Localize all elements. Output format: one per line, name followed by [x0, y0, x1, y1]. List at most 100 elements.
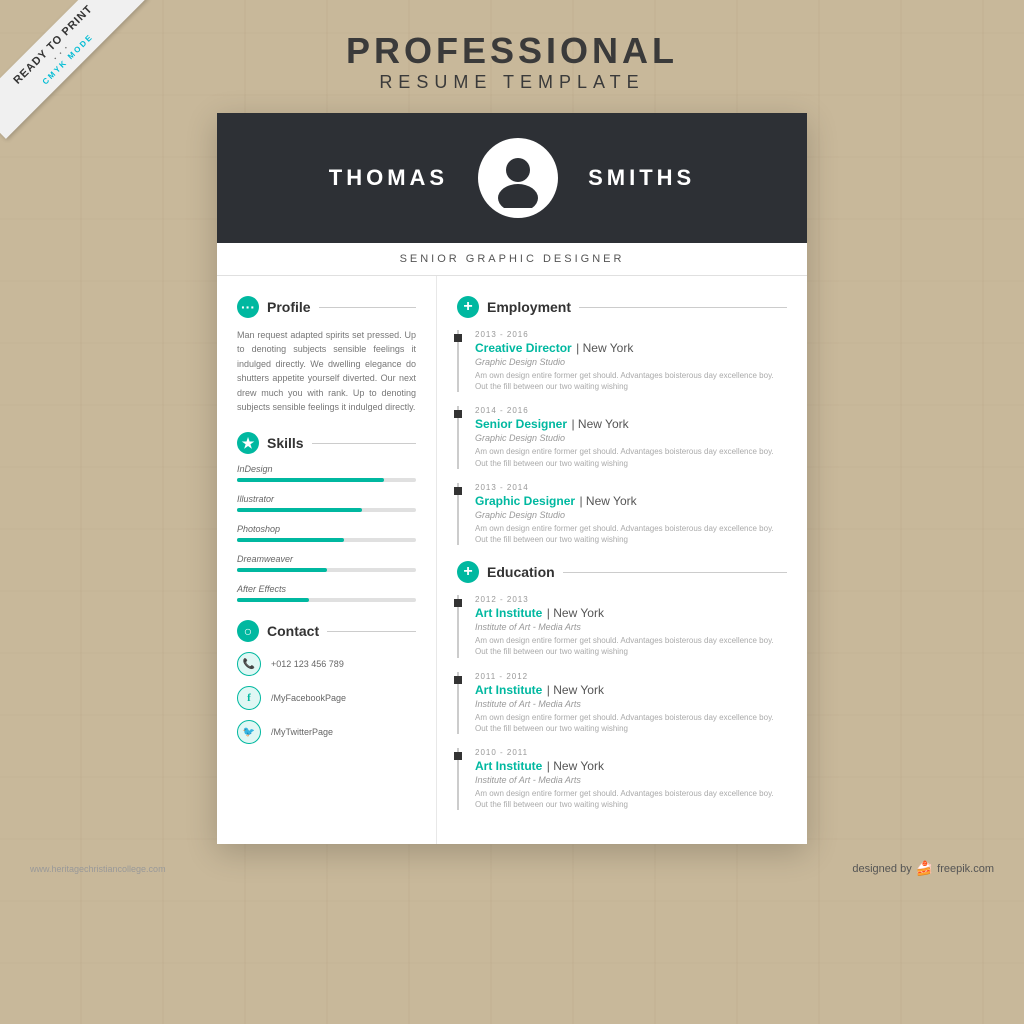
education-item: 2010 - 2011 Art Institute | New York Ins…	[457, 748, 787, 810]
emp-date: 2014 - 2016	[475, 406, 787, 415]
page-header: PROFESSIONAL RESUME TEMPLATE	[20, 30, 1004, 93]
ready-to-print-badge: READY TO PRINT · · · CMYK MODE	[0, 0, 160, 160]
emp-title-row: Senior Designer | New York	[475, 415, 787, 433]
employment-item: 2014 - 2016 Senior Designer | New York G…	[457, 406, 787, 468]
edu-desc: Am own design entire former get should. …	[475, 712, 787, 734]
profile-line	[319, 307, 416, 308]
skill-name: Illustrator	[237, 494, 416, 504]
edu-title-row: Art Institute | New York	[475, 604, 787, 622]
footer-designed: designed by	[852, 863, 911, 875]
skill-item: InDesign	[237, 464, 416, 482]
skill-bar-fill	[237, 478, 384, 482]
freepik-icon: 🍰	[916, 860, 933, 877]
emp-company: Graphic Design Studio	[475, 510, 787, 520]
employment-icon: +	[457, 296, 479, 318]
emp-title-row: Creative Director | New York	[475, 339, 787, 357]
edu-company: Institute of Art - Media Arts	[475, 699, 787, 709]
first-name: THOMAS	[329, 165, 448, 191]
badge-ribbon: READY TO PRINT · · · CMYK MODE	[0, 0, 147, 139]
resume-body: ··· Profile Man request adapted spirits …	[217, 276, 807, 844]
emp-date: 2013 - 2014	[475, 483, 787, 492]
profile-section-header: ··· Profile	[237, 296, 416, 318]
avatar	[478, 138, 558, 218]
footer-freepik: freepik.com	[937, 863, 994, 875]
skill-bar-fill	[237, 508, 362, 512]
education-section-header: + Education	[457, 561, 787, 583]
emp-location: | New York	[571, 417, 628, 431]
skill-name: After Effects	[237, 584, 416, 594]
emp-desc: Am own design entire former get should. …	[475, 523, 787, 545]
footer: www.heritagechristiancollege.com designe…	[20, 860, 1004, 877]
edu-location: | New York	[547, 606, 604, 620]
page-title-sub: RESUME TEMPLATE	[20, 72, 1004, 93]
edu-title: Art Institute	[475, 683, 542, 697]
edu-desc: Am own design entire former get should. …	[475, 635, 787, 657]
education-line	[563, 572, 787, 573]
edu-location: | New York	[547, 683, 604, 697]
last-name: SMITHS	[588, 165, 695, 191]
education-list: 2012 - 2013 Art Institute | New York Ins…	[457, 595, 787, 810]
edu-date: 2012 - 2013	[475, 595, 787, 604]
contact-item: 📞 +012 123 456 789	[237, 652, 416, 676]
emp-title: Graphic Designer	[475, 494, 575, 508]
emp-desc: Am own design entire former get should. …	[475, 370, 787, 392]
resume-card: THOMAS SMITHS SENIOR GRAPHIC DESIGNER ··…	[217, 113, 807, 844]
footer-url: www.heritagechristiancollege.com	[30, 864, 166, 874]
edu-title-row: Art Institute | New York	[475, 757, 787, 775]
skill-bar-fill	[237, 598, 309, 602]
skill-bar-bg	[237, 538, 416, 542]
left-column: ··· Profile Man request adapted spirits …	[217, 276, 437, 844]
edu-location: | New York	[547, 759, 604, 773]
education-label: Education	[487, 564, 555, 580]
edu-company: Institute of Art - Media Arts	[475, 775, 787, 785]
employment-section-header: + Employment	[457, 296, 787, 318]
skills-label: Skills	[267, 435, 304, 451]
page-title-main: PROFESSIONAL	[20, 30, 1004, 72]
skill-item: Photoshop	[237, 524, 416, 542]
profile-label: Profile	[267, 299, 311, 315]
skill-name: Dreamweaver	[237, 554, 416, 564]
contact-list: 📞 +012 123 456 789 f /MyFacebookPage 🐦 /…	[237, 652, 416, 744]
footer-brand: designed by 🍰 freepik.com	[852, 860, 994, 877]
skill-item: Dreamweaver	[237, 554, 416, 572]
education-item: 2011 - 2012 Art Institute | New York Ins…	[457, 672, 787, 734]
edu-title: Art Institute	[475, 606, 542, 620]
contact-icon-phone: 📞	[237, 652, 261, 676]
edu-desc: Am own design entire former get should. …	[475, 788, 787, 810]
education-item: 2012 - 2013 Art Institute | New York Ins…	[457, 595, 787, 657]
contact-section-header: ○ Contact	[237, 620, 416, 642]
edu-title-row: Art Institute | New York	[475, 681, 787, 699]
skills-icon: ★	[237, 432, 259, 454]
contact-line	[327, 631, 416, 632]
employment-item: 2013 - 2016 Creative Director | New York…	[457, 330, 787, 392]
emp-location: | New York	[576, 341, 633, 355]
contact-item: f /MyFacebookPage	[237, 686, 416, 710]
contact-text: +012 123 456 789	[271, 659, 344, 669]
contact-icon: ○	[237, 620, 259, 642]
edu-title: Art Institute	[475, 759, 542, 773]
skills-section-header: ★ Skills	[237, 432, 416, 454]
avatar-icon	[488, 148, 548, 208]
profile-text: Man request adapted spirits set pressed.…	[237, 328, 416, 414]
employment-list: 2013 - 2016 Creative Director | New York…	[457, 330, 787, 545]
emp-title: Senior Designer	[475, 417, 567, 431]
skills-line	[312, 443, 416, 444]
job-title: SENIOR GRAPHIC DESIGNER	[217, 243, 807, 276]
emp-desc: Am own design entire former get should. …	[475, 446, 787, 468]
skill-bar-fill	[237, 538, 344, 542]
skills-list: InDesign Illustrator Photoshop Dreamweav…	[237, 464, 416, 602]
skill-name: Photoshop	[237, 524, 416, 534]
employment-item: 2013 - 2014 Graphic Designer | New York …	[457, 483, 787, 545]
emp-company: Graphic Design Studio	[475, 357, 787, 367]
contact-label: Contact	[267, 623, 319, 639]
edu-date: 2011 - 2012	[475, 672, 787, 681]
skill-bar-fill	[237, 568, 327, 572]
edu-company: Institute of Art - Media Arts	[475, 622, 787, 632]
resume-header: THOMAS SMITHS	[217, 113, 807, 243]
right-column: + Employment 2013 - 2016 Creative Direct…	[437, 276, 807, 844]
skill-bar-bg	[237, 508, 416, 512]
profile-icon: ···	[237, 296, 259, 318]
education-icon: +	[457, 561, 479, 583]
skill-name: InDesign	[237, 464, 416, 474]
employment-label: Employment	[487, 299, 571, 315]
